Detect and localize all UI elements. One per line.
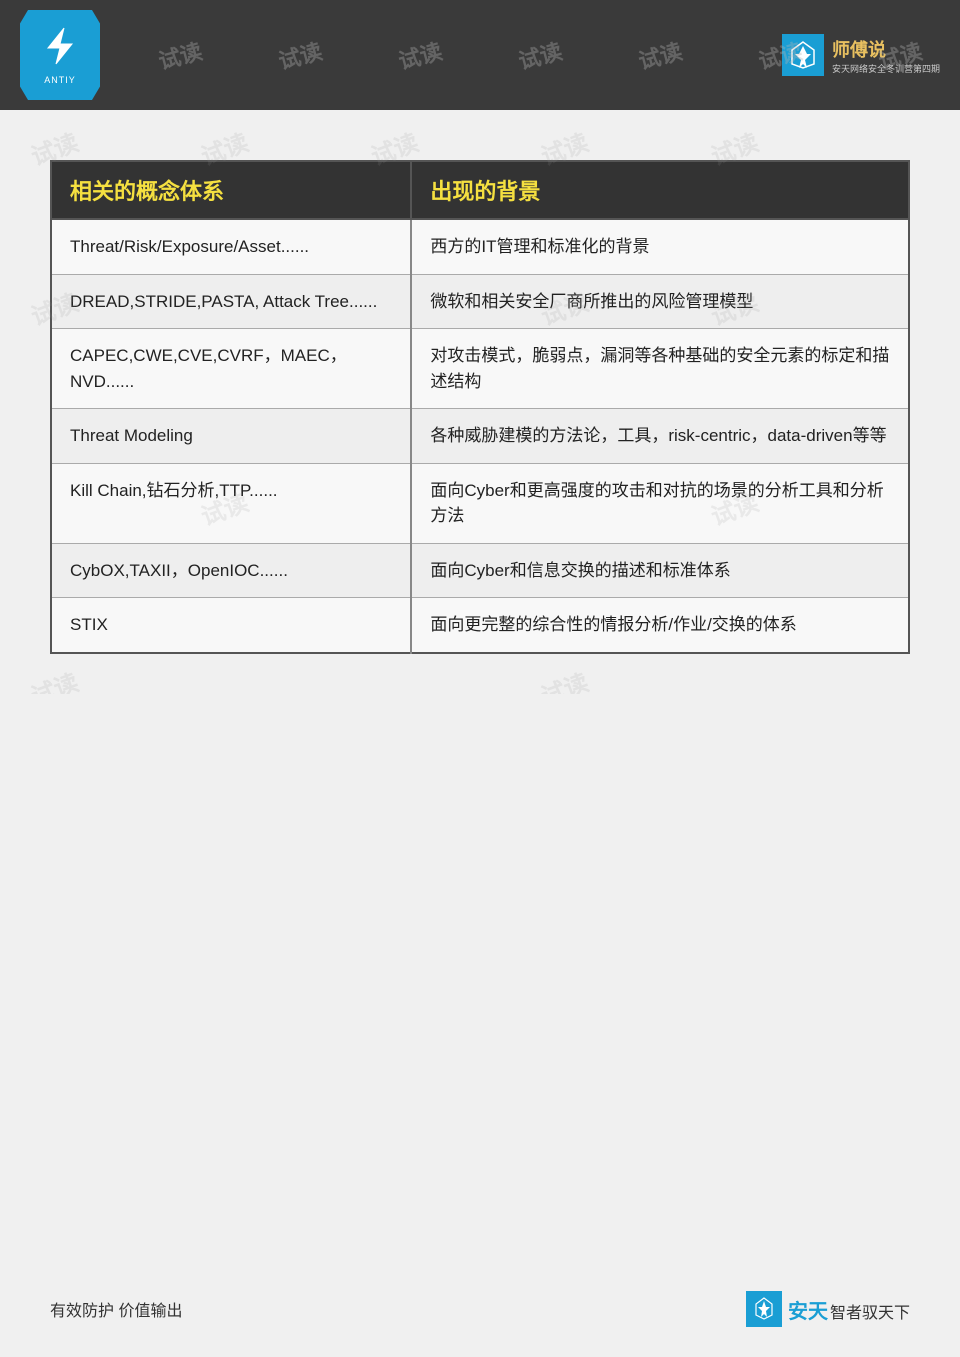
table-cell-background: 微软和相关安全厂商所推出的风险管理模型 (411, 274, 909, 329)
footer-brand: 安天智者驭天下 (746, 1291, 910, 1327)
table-cell-concept: CAPEC,CWE,CVE,CVRF，MAEC，NVD...... (51, 329, 411, 409)
table-row: CAPEC,CWE,CVE,CVRF，MAEC，NVD......对攻击模式，脆… (51, 329, 909, 409)
footer: 有效防护 价值输出 安天智者驭天下 (50, 1291, 910, 1327)
concept-table: 相关的概念体系 出现的背景 Threat/Risk/Exposure/Asset… (50, 160, 910, 654)
table-row: STIX面向更完整的综合性的情报分析/作业/交换的体系 (51, 598, 909, 653)
col2-header: 出现的背景 (411, 161, 909, 219)
mw11: 试读 (25, 663, 82, 694)
table-cell-concept: Threat Modeling (51, 409, 411, 464)
table-cell-concept: Threat/Risk/Exposure/Asset...... (51, 219, 411, 274)
table-row: Kill Chain,钻石分析,TTP......面向Cyber和更高强度的攻击… (51, 463, 909, 543)
table-cell-background: 西方的IT管理和标准化的背景 (411, 219, 909, 274)
logo-text: ANTIY (44, 75, 76, 85)
table-cell-background: 面向Cyber和信息交换的描述和标准体系 (411, 543, 909, 598)
logo-icon (42, 26, 78, 71)
col1-header: 相关的概念体系 (51, 161, 411, 219)
table-row: Threat Modeling各种威胁建模的方法论，工具，risk-centri… (51, 409, 909, 464)
table-cell-background: 面向更完整的综合性的情报分析/作业/交换的体系 (411, 598, 909, 653)
header-brand: 师傅说 安天网络安全冬训营第四期 (782, 34, 940, 76)
table-row: CybOX,TAXII，OpenIOC......面向Cyber和信息交换的描述… (51, 543, 909, 598)
table-cell-background: 面向Cyber和更高强度的攻击和对抗的场景的分析工具和分析方法 (411, 463, 909, 543)
watermark-6: 试读 (635, 34, 686, 76)
watermark-2: 试读 (155, 34, 206, 76)
table-cell-background: 对攻击模式，脆弱点，漏洞等各种基础的安全元素的标定和描述结构 (411, 329, 909, 409)
main-content: 试读 试读 试读 试读 试读 试读 试读 试读 试读 试读 试读 试读 试读 试… (0, 110, 960, 694)
brand-name: 师傅说 (832, 36, 940, 62)
footer-tagline: 有效防护 价值输出 (50, 1297, 182, 1321)
footer-brand-sub: 智者驭天下 (830, 1305, 910, 1322)
table-cell-concept: DREAD,STRIDE,PASTA, Attack Tree...... (51, 274, 411, 329)
footer-brand-name: 安天 (788, 1301, 828, 1323)
table-cell-concept: Kill Chain,钻石分析,TTP...... (51, 463, 411, 543)
table-cell-concept: CybOX,TAXII，OpenIOC...... (51, 543, 411, 598)
mw12: 试读 (535, 663, 592, 694)
watermark-4: 试读 (395, 34, 446, 76)
header: 试读 试读 试读 试读 试读 试读 试读 试读 ANTIY 师傅说 (0, 0, 960, 110)
watermark-5: 试读 (515, 34, 566, 76)
table-row: Threat/Risk/Exposure/Asset......西方的IT管理和… (51, 219, 909, 274)
logo: ANTIY (20, 10, 100, 100)
table-cell-concept: STIX (51, 598, 411, 653)
brand-sub: 安天网络安全冬训营第四期 (832, 62, 940, 75)
footer-brand-text: 安天智者驭天下 (788, 1295, 910, 1324)
footer-logo-box (746, 1291, 782, 1327)
watermark-3: 试读 (275, 34, 326, 76)
table-row: DREAD,STRIDE,PASTA, Attack Tree......微软和… (51, 274, 909, 329)
table-cell-background: 各种威胁建模的方法论，工具，risk-centric，data-driven等等 (411, 409, 909, 464)
